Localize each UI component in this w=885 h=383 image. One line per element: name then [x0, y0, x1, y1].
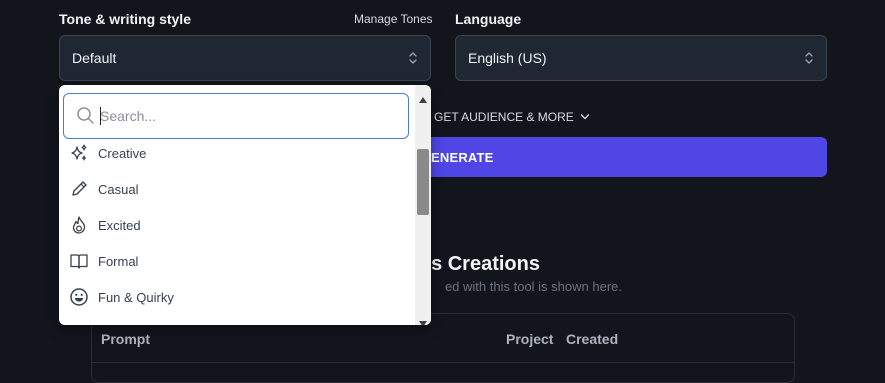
tone-option-excited[interactable]: Excited	[69, 211, 409, 239]
target-audience-label: GET AUDIENCE & MORE	[434, 110, 574, 124]
search-input[interactable]	[100, 94, 390, 138]
dropdown-scrollbar[interactable]	[415, 85, 431, 325]
tone-option-creative[interactable]: Creative	[69, 139, 409, 167]
chevron-down-icon	[580, 110, 590, 124]
language-select[interactable]: English (US)	[455, 35, 827, 81]
tone-option-label: Casual	[98, 181, 139, 197]
tone-label: Tone & writing style	[59, 11, 191, 27]
column-header-project: Project	[506, 331, 554, 347]
search-field[interactable]	[63, 93, 409, 139]
sparkles-icon	[69, 143, 89, 163]
search-icon	[76, 106, 96, 131]
text-caret	[100, 107, 101, 125]
scroll-down-arrow-icon[interactable]	[419, 314, 427, 325]
book-icon	[69, 251, 89, 271]
pencil-icon	[69, 179, 89, 199]
tone-select[interactable]: Default	[59, 35, 431, 81]
smiley-icon	[69, 287, 89, 307]
generate-button-label: ENERATE	[431, 149, 494, 165]
scroll-up-arrow-icon[interactable]	[419, 90, 427, 108]
column-header-prompt: Prompt	[101, 331, 150, 347]
manage-tones-link[interactable]: Manage Tones	[354, 12, 433, 26]
language-select-value: English (US)	[468, 50, 547, 66]
tone-option-label: Formal	[98, 253, 139, 269]
tone-option-label: Creative	[98, 145, 147, 161]
tone-option-fun-quirky[interactable]: Fun & Quirky	[69, 283, 409, 311]
tone-option-formal[interactable]: Formal	[69, 247, 409, 275]
tone-option-casual[interactable]: Casual	[69, 175, 409, 203]
tone-select-value: Default	[72, 50, 117, 66]
table-divider	[92, 362, 794, 363]
tone-option-label: Excited	[98, 217, 141, 233]
chevron-up-down-icon	[408, 50, 418, 66]
column-header-created: Created	[566, 331, 619, 347]
language-label: Language	[455, 11, 522, 27]
tone-dropdown-menu: Creative Casual Excited Formal Fun & Qui…	[59, 85, 431, 325]
chevron-up-down-icon	[804, 50, 814, 66]
fire-icon	[69, 215, 89, 235]
tone-option-label: Fun & Quirky	[98, 289, 174, 305]
scrollbar-thumb[interactable]	[417, 149, 429, 215]
